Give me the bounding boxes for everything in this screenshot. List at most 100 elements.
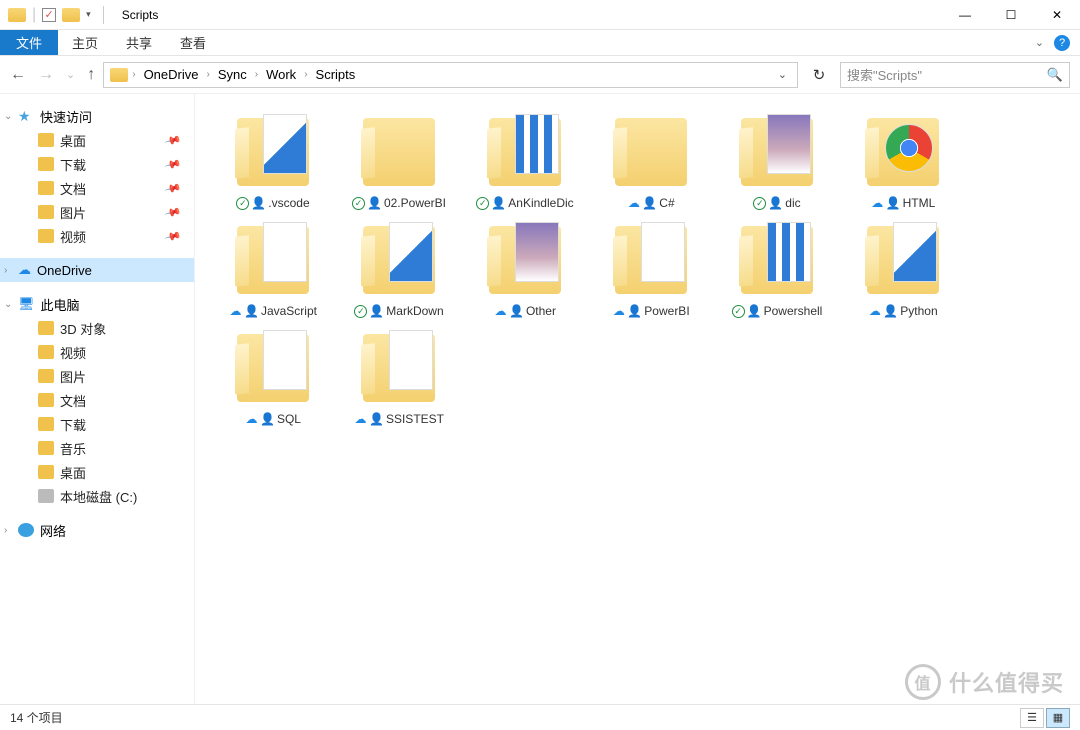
qat-dropdown-icon[interactable]: ▾: [86, 9, 91, 20]
folder-item[interactable]: ☁👤Other: [465, 220, 585, 318]
folder-item[interactable]: ☁👤C#: [591, 112, 711, 210]
tab-share[interactable]: 共享: [112, 30, 166, 55]
shared-icon: 👤: [491, 196, 506, 210]
breadcrumb-segment[interactable]: OneDrive: [140, 67, 203, 82]
file-tab[interactable]: 文件: [0, 30, 58, 55]
breadcrumb-segment[interactable]: Sync: [214, 67, 251, 82]
folder-thumbnail: [481, 220, 569, 300]
sidebar-item[interactable]: 桌面📌: [0, 128, 194, 152]
details-view-button[interactable]: ☰: [1020, 708, 1044, 728]
folder-item[interactable]: ☁👤HTML: [843, 112, 963, 210]
sidebar-onedrive[interactable]: › ☁ OneDrive: [0, 258, 194, 282]
sidebar-item[interactable]: 本地磁盘 (C:): [0, 484, 194, 508]
folder-item[interactable]: ✓👤.vscode: [213, 112, 333, 210]
folder-item[interactable]: ☁👤SQL: [213, 328, 333, 426]
back-button[interactable]: ←: [10, 66, 26, 84]
item-name: AnKindleDic: [508, 196, 573, 210]
sidebar-item[interactable]: 文档📌: [0, 176, 194, 200]
refresh-button[interactable]: ↻: [806, 62, 832, 88]
item-name: 02.PowerBI: [384, 196, 446, 210]
sidebar-item[interactable]: 文档: [0, 388, 194, 412]
pc-icon: 🖥: [18, 296, 35, 312]
address-dropdown-icon[interactable]: ⌄: [774, 68, 791, 81]
quick-access-toolbar: | ✓ ▾ Scripts: [0, 6, 158, 24]
chevron-right-icon[interactable]: ›: [4, 525, 7, 536]
search-input[interactable]: 搜索"Scripts" 🔍: [840, 62, 1070, 88]
sidebar-item[interactable]: 下载📌: [0, 152, 194, 176]
folder-item[interactable]: ✓👤AnKindleDic: [465, 112, 585, 210]
window-controls: — ☐ ✕: [942, 0, 1080, 30]
close-button[interactable]: ✕: [1034, 0, 1080, 30]
folder-thumbnail: [607, 112, 695, 192]
folder-thumbnail: [859, 112, 947, 192]
sidebar-item[interactable]: 3D 对象: [0, 316, 194, 340]
chevron-right-icon[interactable]: ›: [4, 265, 7, 276]
forward-button[interactable]: →: [38, 66, 54, 84]
minimize-button[interactable]: —: [942, 0, 988, 30]
item-meta: ✓👤.vscode: [236, 196, 309, 210]
synced-icon: ✓: [352, 197, 365, 210]
content-area[interactable]: ✓👤.vscode✓👤02.PowerBI✓👤AnKindleDic☁👤C#✓👤…: [195, 94, 1080, 704]
folder-item[interactable]: ☁👤Python: [843, 220, 963, 318]
sidebar-item-label: 本地磁盘 (C:): [60, 487, 137, 506]
tab-home[interactable]: 主页: [58, 30, 112, 55]
folder-item[interactable]: ✓👤02.PowerBI: [339, 112, 459, 210]
shared-icon: 👤: [886, 196, 901, 210]
sidebar-item[interactable]: 图片: [0, 364, 194, 388]
item-name: .vscode: [268, 196, 309, 210]
chevron-right-icon[interactable]: ›: [132, 69, 135, 80]
breadcrumb-segment[interactable]: Work: [262, 67, 300, 82]
sidebar-this-pc[interactable]: ⌄ 🖥 此电脑: [0, 292, 194, 316]
folder-icon: [615, 118, 687, 186]
thumbnail-overlay: [893, 222, 937, 282]
up-button[interactable]: ↑: [87, 66, 95, 84]
sidebar-item[interactable]: 桌面: [0, 460, 194, 484]
thumbnail-overlay: [515, 114, 559, 174]
help-icon[interactable]: ?: [1054, 35, 1070, 51]
item-name: Other: [526, 304, 556, 318]
shared-icon: 👤: [244, 304, 259, 318]
sidebar-quick-access[interactable]: ⌄ ★ 快速访问: [0, 104, 194, 128]
sidebar-item[interactable]: 视频📌: [0, 224, 194, 248]
sidebar-label: 网络: [40, 521, 66, 540]
shared-icon: 👤: [768, 196, 783, 210]
sidebar-network[interactable]: › 网络: [0, 518, 194, 542]
sidebar-item[interactable]: 视频: [0, 340, 194, 364]
folder-item[interactable]: ✓👤dic: [717, 112, 837, 210]
chevron-down-icon[interactable]: ⌄: [4, 111, 12, 122]
folder-item[interactable]: ☁👤PowerBI: [591, 220, 711, 318]
sidebar-item[interactable]: 图片📌: [0, 200, 194, 224]
item-name: MarkDown: [386, 304, 443, 318]
folder-icon: [363, 118, 435, 186]
folder-icon[interactable]: [62, 8, 80, 22]
icon-view-button[interactable]: ▦: [1046, 708, 1070, 728]
breadcrumb-segment[interactable]: Scripts: [312, 67, 360, 82]
maximize-button[interactable]: ☐: [988, 0, 1034, 30]
sidebar-item-label: 桌面: [60, 463, 86, 482]
chevron-right-icon[interactable]: ›: [304, 69, 307, 80]
search-icon: 🔍: [1047, 67, 1063, 83]
folder-icon: [38, 157, 54, 171]
shared-icon: 👤: [251, 196, 266, 210]
recent-dropdown-icon[interactable]: ⌄: [66, 68, 75, 81]
qat-checkbox[interactable]: ✓: [42, 8, 56, 22]
ribbon-collapse-icon[interactable]: ⌄: [1035, 36, 1044, 49]
folder-item[interactable]: ☁👤JavaScript: [213, 220, 333, 318]
folder-thumbnail: [229, 328, 317, 408]
address-bar[interactable]: › OneDrive › Sync › Work › Scripts ⌄: [103, 62, 798, 88]
folder-icon: [741, 226, 813, 294]
sidebar-item[interactable]: 音乐: [0, 436, 194, 460]
folder-item[interactable]: ☁👤SSISTEST: [339, 328, 459, 426]
sidebar-item[interactable]: 下载: [0, 412, 194, 436]
chevron-right-icon[interactable]: ›: [206, 69, 209, 80]
chevron-down-icon[interactable]: ⌄: [4, 299, 12, 310]
item-meta: ☁👤HTML: [871, 196, 936, 210]
folder-item[interactable]: ✓👤Powershell: [717, 220, 837, 318]
sidebar-item-label: 文档: [60, 391, 86, 410]
chevron-right-icon[interactable]: ›: [255, 69, 258, 80]
folder-icon: [110, 68, 128, 82]
tab-view[interactable]: 查看: [166, 30, 220, 55]
folder-icon: [38, 181, 54, 195]
folder-item[interactable]: ✓👤MarkDown: [339, 220, 459, 318]
cloud-icon: ☁: [245, 413, 258, 426]
